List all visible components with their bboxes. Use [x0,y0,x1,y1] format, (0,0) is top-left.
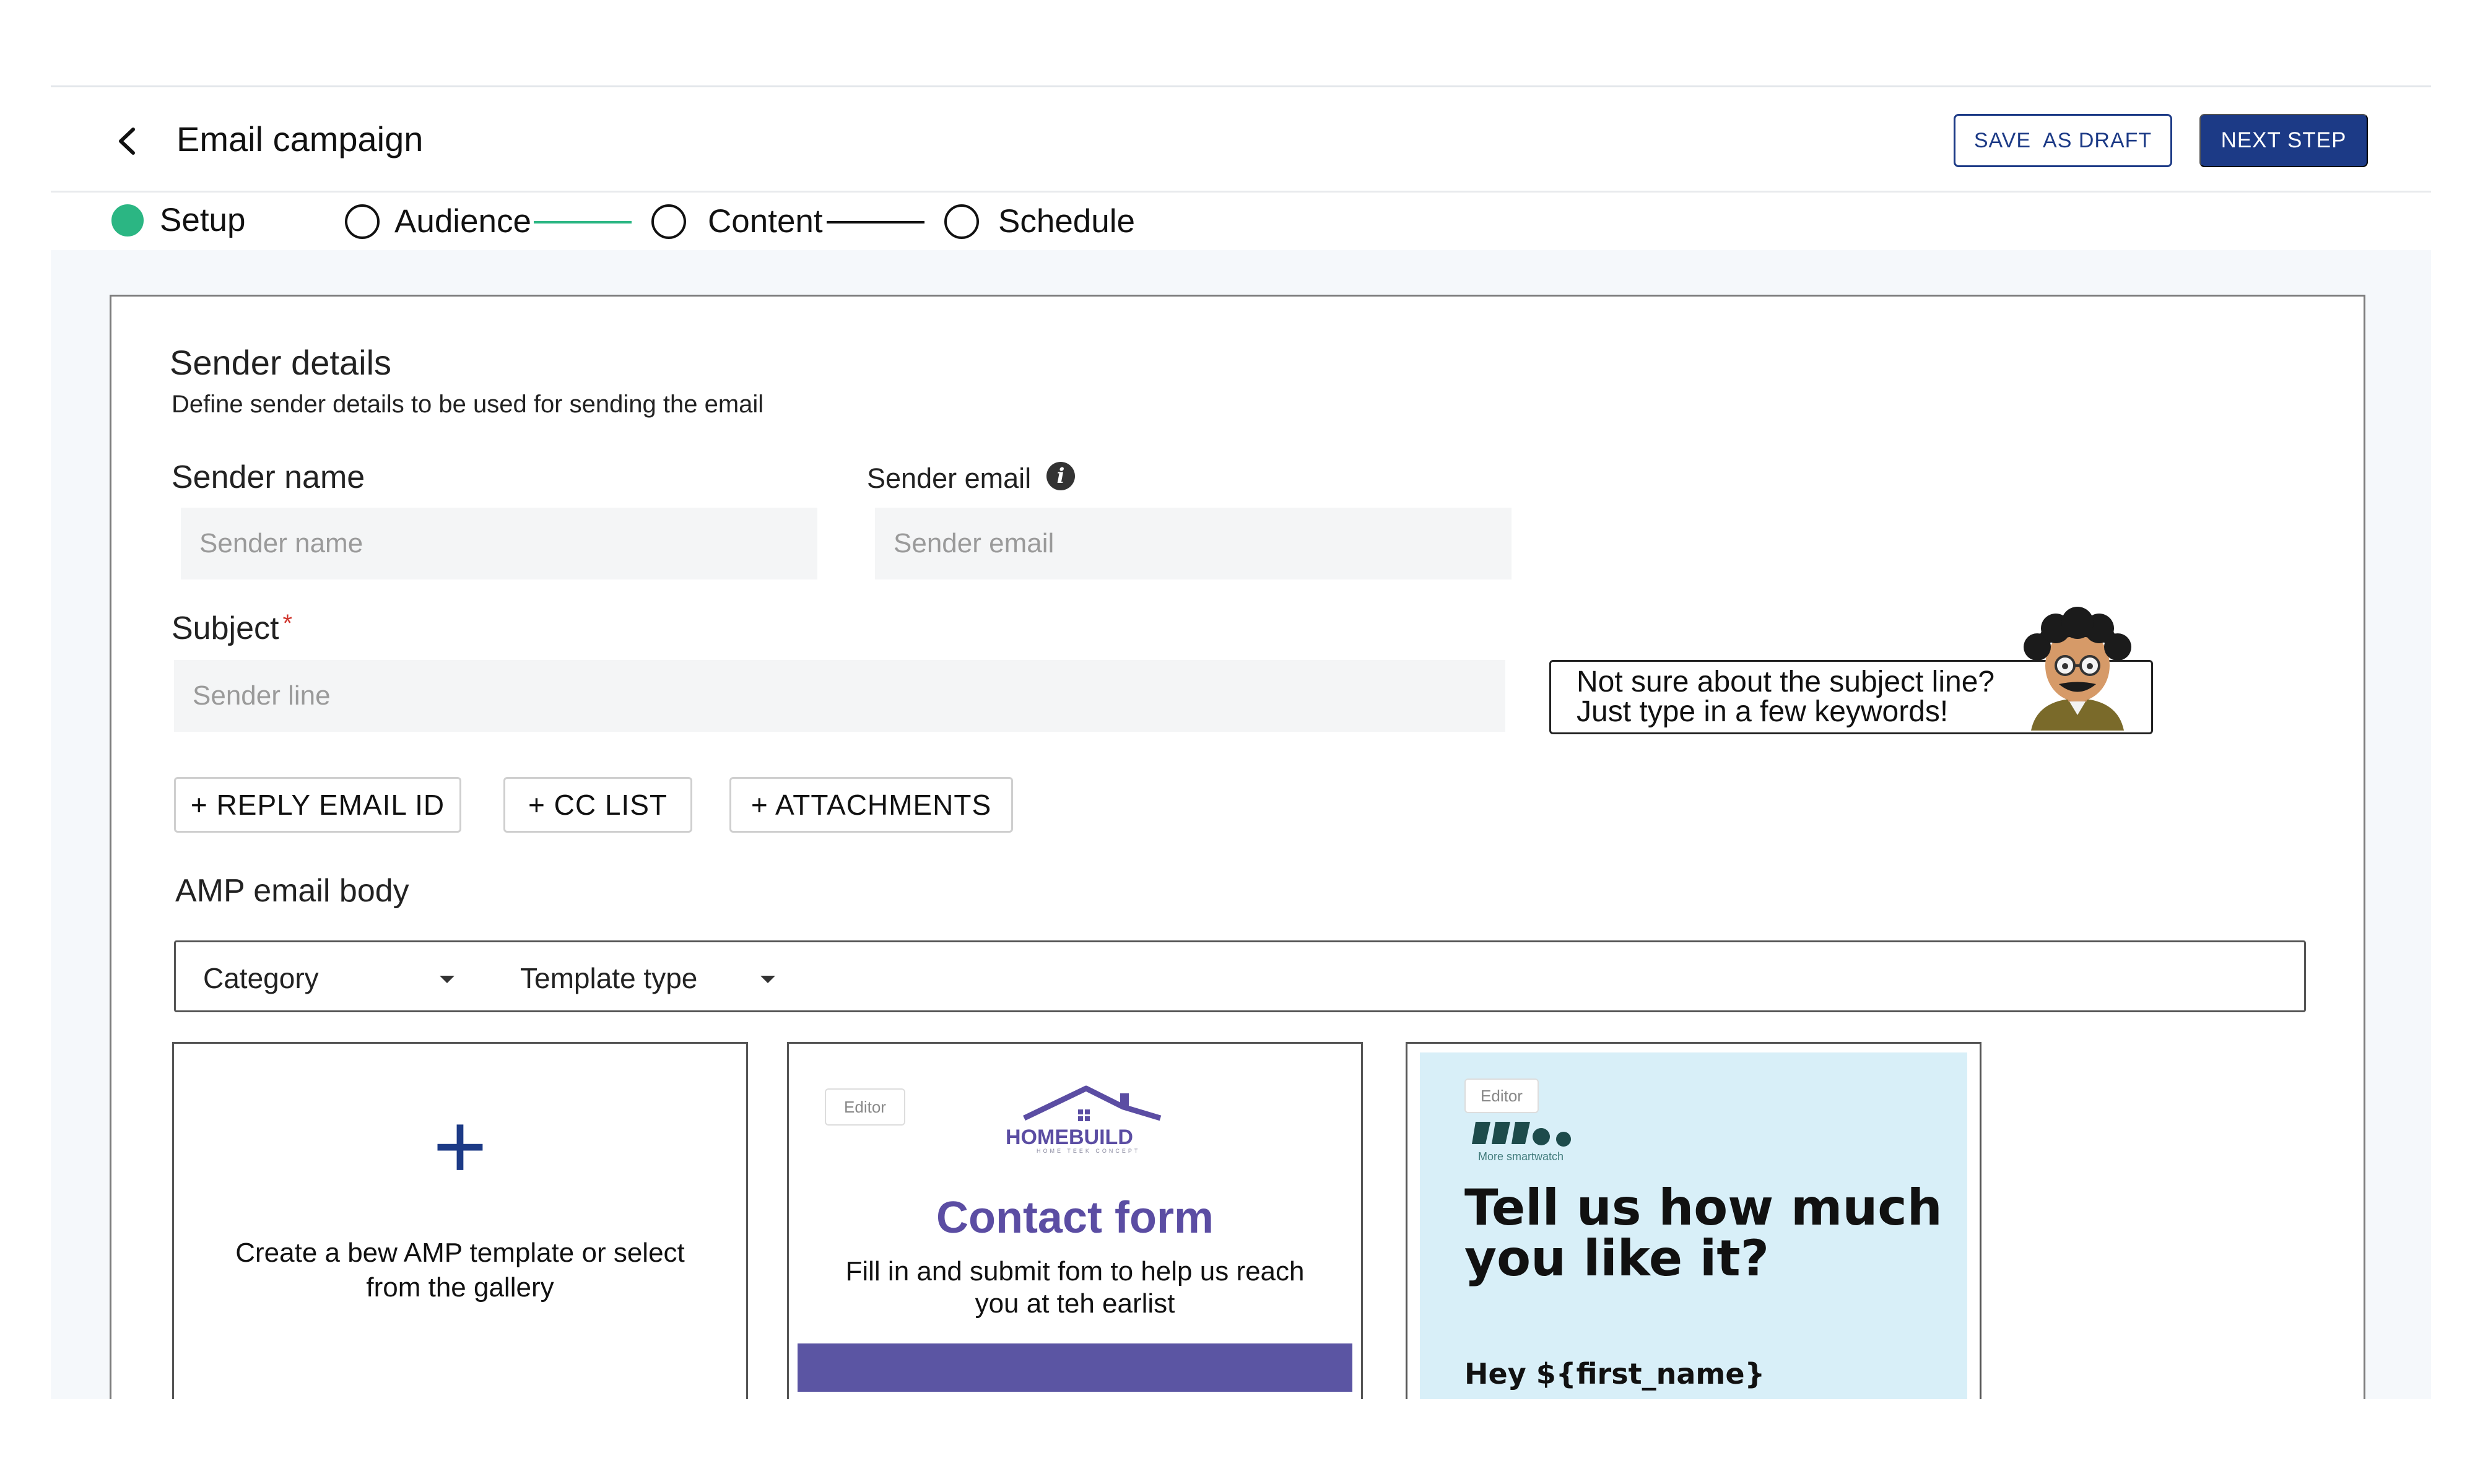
save-as-draft-button[interactable]: SAVE AS DRAFT [1954,114,2172,167]
setup-card: Sender details Define sender details to … [110,295,2365,1399]
plus-icon: + [433,1094,487,1198]
section-subtitle: Define sender details to be used for sen… [172,391,764,418]
category-dropdown[interactable]: Category [203,961,319,995]
homebuild-logo-tagline: HOME TEEK CONCEPT [1037,1148,1140,1154]
sender-email-input[interactable]: Sender email [875,508,1512,579]
step-connector [534,221,632,223]
back-button[interactable] [111,126,142,157]
feedback-template-card[interactable]: Editor More smartwatch Tell us how much … [1406,1042,1981,1399]
editor-badge: Editor [825,1088,905,1126]
subject-label: Subject * [172,610,292,647]
subject-input[interactable]: Sender line [174,660,1505,732]
feedback-heading-line1: Tell us how much [1464,1179,1942,1236]
step-audience-label[interactable]: Audience [394,202,531,240]
step-setup-indicator[interactable] [111,204,144,236]
feedback-greeting: Hey ${first_name} [1464,1357,1765,1391]
page-title: Email campaign [176,119,424,158]
brand-tagline: More smartwatch [1478,1150,1564,1163]
assistant-avatar-icon [2024,607,2131,731]
subject-label-text: Subject [172,610,279,646]
feedback-heading-line2: you like it? [1464,1230,1769,1287]
homebuild-logo-text: HOMEBUILD [1006,1126,1133,1149]
contact-form-title: Contact form [936,1193,1214,1243]
chevron-down-icon[interactable] [760,976,775,983]
step-content-label[interactable]: Content [708,202,823,240]
sender-name-label: Sender name [172,459,365,495]
step-schedule-label[interactable]: Schedule [998,202,1135,240]
template-filter-bar [174,940,2306,1012]
subject-placeholder: Sender line [193,680,331,711]
step-connector [827,221,924,223]
header-divider-top [51,85,2431,87]
sender-name-input[interactable]: Sender name [181,508,817,579]
create-template-text-line1: Create a bew AMP template or select [235,1238,685,1268]
contact-form-text-line2: you at teh earlist [975,1288,1175,1319]
info-icon[interactable]: i [1046,462,1075,490]
add-reply-email-button[interactable]: + REPLY EMAIL ID [174,777,461,833]
sender-email-placeholder: Sender email [894,528,1055,558]
feedback-template-preview: Editor More smartwatch Tell us how much … [1420,1052,1967,1399]
create-template-text-line2: from the gallery [366,1272,554,1303]
contact-form-submit-bar [798,1343,1352,1392]
sender-email-label: Sender email [867,462,1032,494]
add-cc-list-button[interactable]: + CC LIST [503,777,692,833]
next-step-button[interactable]: NEXT STEP [2199,114,2368,167]
header-divider-bottom [51,191,2431,193]
create-template-card[interactable]: + Create a bew AMP template or select fr… [172,1042,748,1399]
section-title: Sender details [170,343,392,382]
required-marker: * [282,610,293,637]
template-type-dropdown[interactable]: Template type [520,961,697,995]
chevron-down-icon[interactable] [440,976,455,983]
subject-tip-line1: Not sure about the subject line? [1577,666,1995,698]
contact-form-text-line1: Fill in and submit fom to help us reach [845,1256,1305,1287]
subject-tip-text: Not sure about the subject line? Just ty… [1577,667,1994,727]
step-audience-indicator[interactable] [345,204,380,239]
subject-tip-line2: Just type in a few keywords! [1577,695,1949,728]
sender-name-placeholder: Sender name [199,528,363,558]
step-schedule-indicator[interactable] [944,204,979,239]
feedback-heading: Tell us how much you like it? [1464,1182,1942,1284]
homebuild-logo-icon: HOMEBUILD HOME TEEK CONCEPT [1006,1085,1162,1154]
amp-body-label: AMP email body [175,873,409,909]
add-attachments-button[interactable]: + ATTACHMENTS [729,777,1013,833]
step-setup-label[interactable]: Setup [160,201,246,239]
step-content-indicator[interactable] [651,204,686,239]
brand-logo-icon [1472,1122,1571,1147]
chevron-left-icon [119,128,135,155]
contact-form-template-card[interactable]: Editor HOMEBUILD HOME TEEK CONCEPT Conta… [787,1042,1363,1399]
